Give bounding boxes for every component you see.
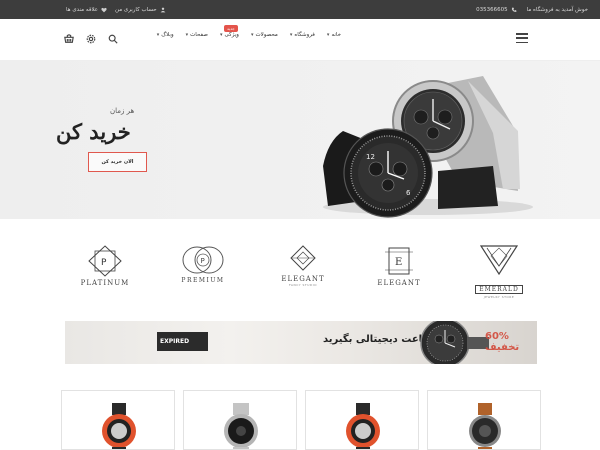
brand-name: ELEGANT xyxy=(377,279,421,287)
emerald-logo-icon xyxy=(479,245,519,276)
phone-item[interactable]: 035366605 xyxy=(476,7,517,13)
menu-item-home[interactable]: خانه ▾ xyxy=(327,32,341,38)
top-bar: خوش آمدید به فروشگاه ما 035366605 حساب ک… xyxy=(0,0,600,19)
brand-logos: EMERALD JEWELRY STORE E ELEGANT ELEGANT … xyxy=(0,230,600,305)
expired-badge: EXPIRED xyxy=(157,332,208,351)
menu-icon[interactable] xyxy=(516,33,528,43)
menu-item-label: ویژگی xyxy=(224,32,239,38)
brand-name: PREMIUM xyxy=(181,277,225,284)
svg-text:E: E xyxy=(395,257,402,268)
phone-number: 035366605 xyxy=(476,6,508,13)
main-navigation: خانه ▾ فروشگاه ▾ محصولات ▾ جدید ویژگی ▾ صفحات… xyxy=(0,19,600,61)
new-badge: جدید xyxy=(223,25,238,32)
menu-item-label: فروشگاه xyxy=(294,32,315,38)
platinum-logo-icon: P xyxy=(88,245,122,277)
brand-name: ELEGANT xyxy=(281,275,325,283)
brand-name: PLATINUM xyxy=(80,279,130,287)
product-card[interactable] xyxy=(183,390,297,450)
menu-item-label: محصولات xyxy=(255,32,278,38)
phone-icon xyxy=(511,7,517,12)
premium-logo-icon: P xyxy=(182,246,224,274)
elegant-logo-icon: E xyxy=(385,247,413,275)
hero-title: خرید کن xyxy=(56,119,131,144)
user-icon xyxy=(160,7,166,12)
cart-icon[interactable] xyxy=(63,33,74,44)
chevron-down-icon: ▾ xyxy=(219,32,223,38)
menu-item-blog[interactable]: وبلاگ ▾ xyxy=(157,32,174,38)
brand-tagline: JEWELRY STORE xyxy=(483,295,515,299)
brand-logo-elegant-2[interactable]: ELEGANT FANCY STUDIO xyxy=(268,244,338,304)
wishlist-label: علاقه مندی ها xyxy=(66,6,99,13)
product-image xyxy=(469,403,501,449)
menu-item-pages[interactable]: صفحات ▾ xyxy=(186,32,208,38)
product-grid xyxy=(0,390,600,450)
chevron-down-icon: ▾ xyxy=(326,32,330,38)
menu-item-label: صفحات xyxy=(190,32,208,38)
my-account-link[interactable]: حساب کاربری من xyxy=(115,7,166,13)
svg-text:12: 12 xyxy=(366,153,375,161)
chevron-down-icon: ▾ xyxy=(185,32,189,38)
product-image xyxy=(102,403,136,449)
promo-discount-overlay: 60% تخفیف xyxy=(485,331,520,353)
promo-banner[interactable]: EXPIRED ساعت دیجیتالی بگیرید 60% تخفیف xyxy=(65,321,537,364)
brand-logo-platinum[interactable]: P PLATINUM xyxy=(70,244,140,304)
welcome-text: خوش آمدید به فروشگاه ما xyxy=(526,6,588,13)
product-card[interactable] xyxy=(305,390,419,450)
product-card[interactable] xyxy=(427,390,541,450)
heart-icon xyxy=(101,7,107,12)
chevron-down-icon: ▾ xyxy=(250,32,254,38)
brand-logo-emerald[interactable]: EMERALD JEWELRY STORE xyxy=(464,244,534,304)
header-icons xyxy=(63,33,118,44)
svg-text:6: 6 xyxy=(406,189,411,197)
search-icon[interactable] xyxy=(107,33,118,44)
wishlist-link[interactable]: علاقه مندی ها xyxy=(66,7,107,13)
brand-name: EMERALD xyxy=(475,285,523,294)
product-image xyxy=(224,403,258,449)
svg-text:P: P xyxy=(101,258,107,268)
hero-subtitle: هر زمان xyxy=(110,107,135,115)
brand-tagline: FANCY STUDIO xyxy=(288,283,318,287)
brand-logo-elegant-1[interactable]: E ELEGANT xyxy=(364,244,434,304)
chevron-down-icon: ▾ xyxy=(156,32,160,38)
hero-watches-image: 12 6 xyxy=(323,76,533,218)
menu-item-shop[interactable]: فروشگاه ▾ xyxy=(290,32,315,38)
main-menu: خانه ▾ فروشگاه ▾ محصولات ▾ جدید ویژگی ▾ صفحات… xyxy=(157,25,341,38)
my-account-label: حساب کاربری من xyxy=(115,6,157,13)
svg-text:P: P xyxy=(201,257,205,265)
menu-item-products[interactable]: محصولات ▾ xyxy=(251,32,278,38)
hero-banner: هر زمان خرید کن الان خرید کن 12 6 xyxy=(0,61,600,219)
top-bar-contact: خوش آمدید به فروشگاه ما 035366605 xyxy=(476,0,588,19)
elegant-diamond-logo-icon xyxy=(290,245,316,271)
promo-watch-image xyxy=(420,321,489,364)
product-image xyxy=(346,403,380,449)
product-card[interactable] xyxy=(61,390,175,450)
top-bar-account: حساب کاربری من علاقه مندی ها xyxy=(66,0,166,19)
chevron-down-icon: ▾ xyxy=(289,32,293,38)
brand-logo-premium[interactable]: P PREMIUM xyxy=(168,244,238,304)
menu-item-label: وبلاگ xyxy=(161,32,174,38)
menu-item-features[interactable]: جدید ویژگی ▾ xyxy=(219,25,239,38)
settings-icon[interactable] xyxy=(85,33,96,44)
menu-item-label: خانه xyxy=(331,32,341,38)
shop-now-button[interactable]: الان خرید کن xyxy=(88,152,147,172)
